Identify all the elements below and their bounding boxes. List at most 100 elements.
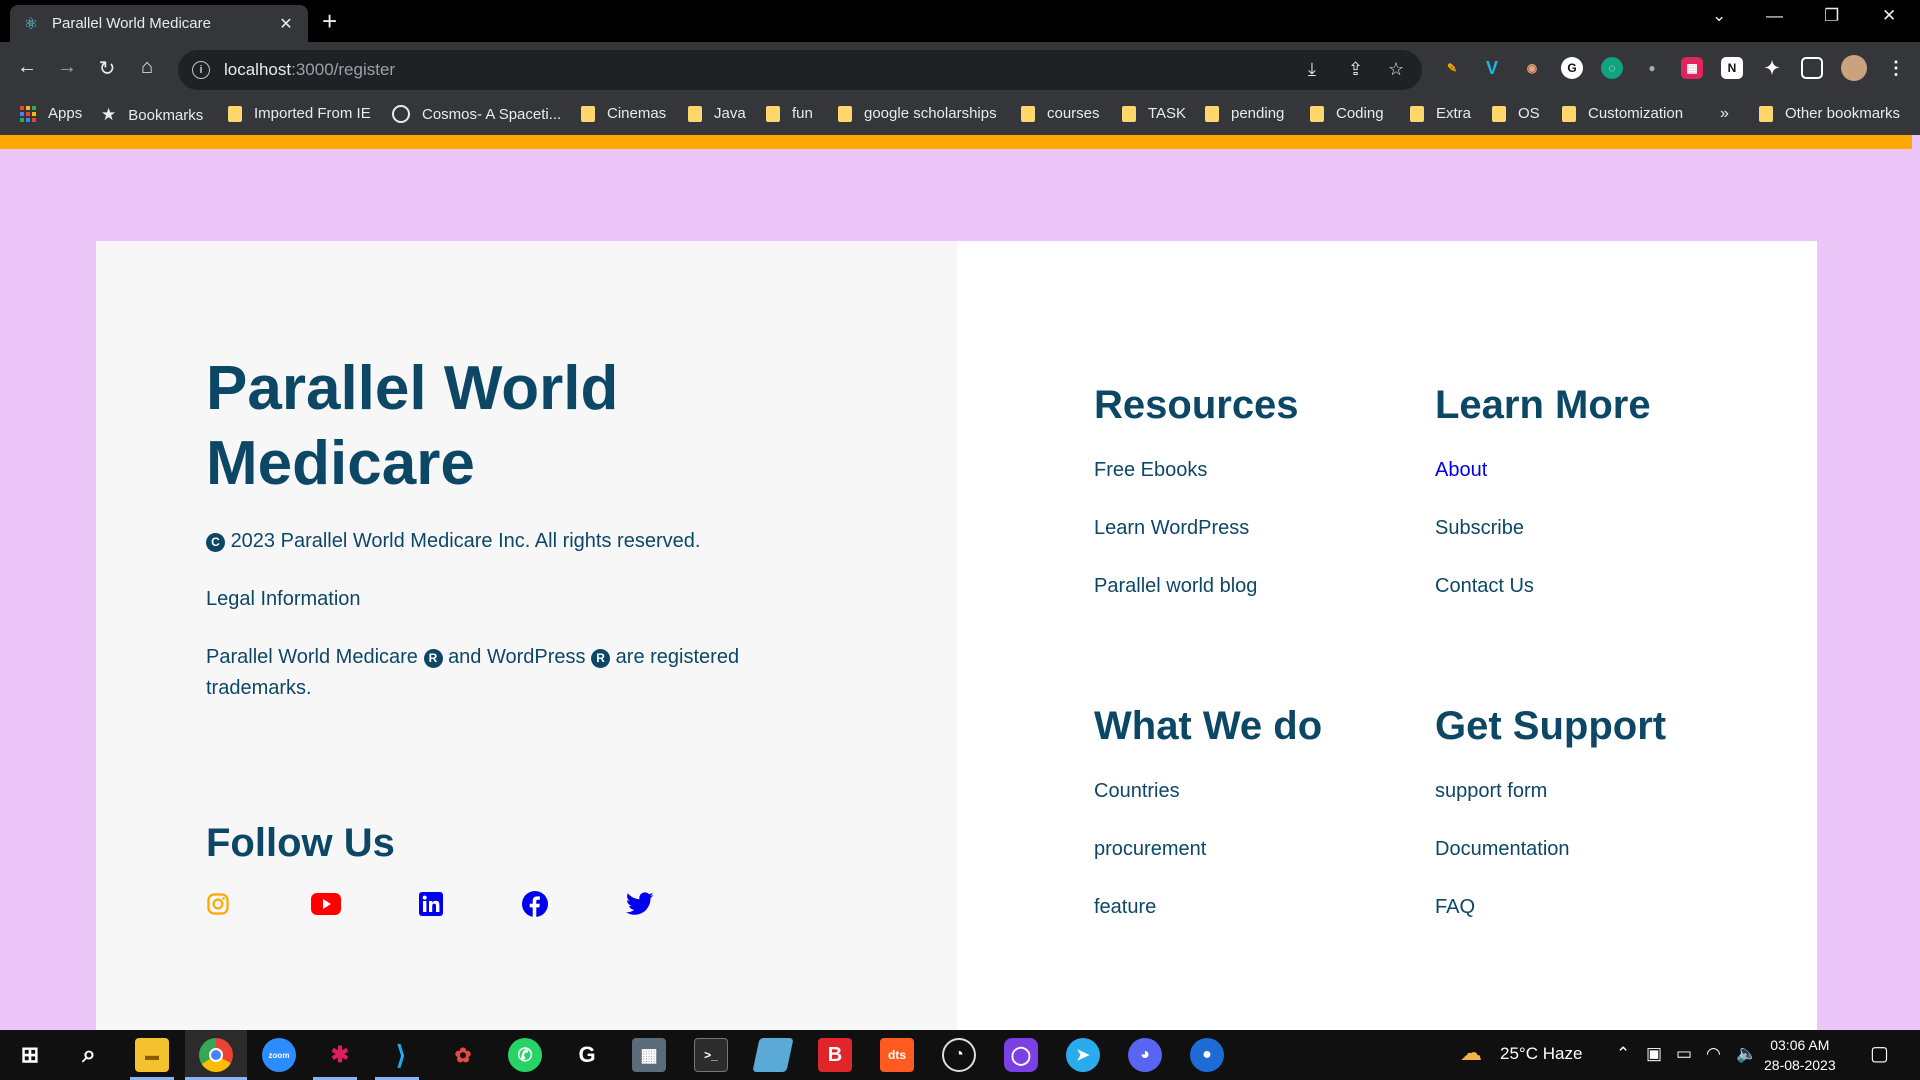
- subscribe-link[interactable]: Subscribe: [1435, 517, 1524, 540]
- side-panel-icon[interactable]: [1801, 57, 1823, 79]
- procurement-link[interactable]: procurement: [1094, 838, 1206, 861]
- bookmark-folder-courses[interactable]: courses: [1021, 105, 1100, 122]
- obs-icon[interactable]: ◔: [942, 1038, 976, 1072]
- weather-icon[interactable]: ☁: [1460, 1040, 1482, 1066]
- notifications-icon[interactable]: ▢: [1870, 1041, 1889, 1066]
- about-link[interactable]: About: [1435, 459, 1487, 482]
- firefox-icon[interactable]: ●: [1190, 1038, 1224, 1072]
- follow-us-heading: Follow Us: [206, 821, 395, 865]
- bookmark-folder-os[interactable]: OS: [1492, 105, 1540, 122]
- bookmark-folder-customization[interactable]: Customization: [1562, 105, 1683, 122]
- zoom-icon[interactable]: zoom: [262, 1038, 296, 1072]
- meet-now-icon[interactable]: ▣: [1646, 1044, 1662, 1064]
- mic-extension-icon[interactable]: ●: [1641, 57, 1663, 79]
- get-support-heading: Get Support: [1435, 704, 1667, 748]
- extensions-puzzle-icon[interactable]: ✦: [1761, 57, 1783, 79]
- close-window-button[interactable]: ✕: [1882, 6, 1896, 26]
- vimeo-extension-icon[interactable]: V: [1481, 57, 1503, 79]
- restore-button[interactable]: ❐: [1824, 6, 1839, 26]
- faq-link[interactable]: FAQ: [1435, 896, 1475, 919]
- bitdefender-icon[interactable]: B: [818, 1038, 852, 1072]
- twitter-icon[interactable]: [625, 891, 655, 917]
- owl-extension-icon[interactable]: ◉: [1521, 57, 1543, 79]
- system-clock[interactable]: 03:06 AM 28-08-2023: [1764, 1035, 1836, 1075]
- profile-avatar[interactable]: [1841, 55, 1867, 81]
- globe-icon: [392, 105, 410, 123]
- bookmark-folder-extra[interactable]: Extra: [1410, 105, 1471, 122]
- bookmark-label: Apps: [48, 105, 83, 122]
- telegram-icon[interactable]: ➤: [1066, 1038, 1100, 1072]
- minimize-button[interactable]: —: [1766, 6, 1783, 26]
- page-scrollbar[interactable]: [1912, 135, 1920, 1030]
- whatsapp-icon[interactable]: ✆: [508, 1038, 542, 1072]
- bookmark-folder-scholarships[interactable]: google scholarships: [838, 105, 997, 122]
- parallel-world-blog-link[interactable]: Parallel world blog: [1094, 575, 1257, 598]
- pen-extension-icon[interactable]: ✎: [1441, 57, 1463, 79]
- terminal-icon[interactable]: >_: [694, 1038, 728, 1072]
- documentation-link[interactable]: Documentation: [1435, 838, 1570, 861]
- bookmark-folder-java[interactable]: Java: [688, 105, 746, 122]
- bookmark-cosmos[interactable]: Cosmos- A Spaceti...: [392, 105, 561, 123]
- volume-icon[interactable]: 🔈: [1736, 1044, 1757, 1064]
- feature-link[interactable]: feature: [1094, 896, 1156, 919]
- file-explorer-icon[interactable]: ▬: [135, 1038, 169, 1072]
- close-tab-icon[interactable]: ✕: [276, 14, 296, 34]
- github-desktop-icon[interactable]: G: [570, 1038, 604, 1072]
- bookmark-bookmarks[interactable]: ★ Bookmarks: [101, 105, 203, 125]
- home-button[interactable]: ⌂: [133, 56, 161, 79]
- youtube-icon[interactable]: [310, 891, 342, 917]
- bookmark-folder-imported[interactable]: Imported From IE: [228, 105, 371, 122]
- install-app-icon[interactable]: ⤓: [1308, 59, 1316, 80]
- bookmarks-overflow-button[interactable]: »: [1720, 105, 1729, 123]
- bookmark-apps[interactable]: Apps: [20, 105, 82, 122]
- circle-app-icon[interactable]: ◯: [1004, 1038, 1038, 1072]
- notion-extension-icon[interactable]: N: [1721, 57, 1743, 79]
- legal-information-link[interactable]: Legal Information: [206, 584, 786, 615]
- paint-icon[interactable]: ✿: [446, 1038, 480, 1072]
- chrome-icon[interactable]: [199, 1038, 233, 1072]
- share-icon[interactable]: ⇪: [1348, 59, 1363, 80]
- battery-icon[interactable]: ▭: [1676, 1044, 1692, 1064]
- windows-start-icon[interactable]: ⊞: [13, 1038, 47, 1072]
- address-bar[interactable]: i localhost :3000/register ⤓ ⇪ ☆: [178, 50, 1422, 90]
- instagram-icon[interactable]: [205, 891, 231, 917]
- bookmark-folder-task[interactable]: TASK: [1122, 105, 1186, 122]
- show-hidden-icons[interactable]: ⌃: [1616, 1044, 1630, 1064]
- vscode-icon[interactable]: ⟩: [384, 1038, 418, 1072]
- site-info-icon[interactable]: i: [192, 61, 210, 79]
- todo-extension-icon[interactable]: ▦: [1681, 57, 1703, 79]
- search-icon[interactable]: ⌕: [72, 1038, 106, 1072]
- grammar-extension-icon[interactable]: G: [1561, 57, 1583, 79]
- chrome-menu-icon[interactable]: ⋮: [1885, 57, 1907, 79]
- notes-app-icon[interactable]: [752, 1038, 794, 1072]
- footer-links-panel: Resources Free Ebooks Learn WordPress Pa…: [957, 241, 1817, 1031]
- tab-search-icon[interactable]: ⌄: [1712, 6, 1726, 26]
- browser-tab[interactable]: ⚛ Parallel World Medicare ✕: [10, 5, 308, 42]
- dts-audio-icon[interactable]: dts: [880, 1038, 914, 1072]
- new-tab-button[interactable]: +: [322, 7, 337, 35]
- linkedin-icon[interactable]: [418, 891, 444, 917]
- support-form-link[interactable]: support form: [1435, 780, 1547, 803]
- other-bookmarks-folder[interactable]: Other bookmarks: [1759, 105, 1900, 122]
- contact-us-link[interactable]: Contact Us: [1435, 575, 1534, 598]
- free-ebooks-link[interactable]: Free Ebooks: [1094, 459, 1207, 482]
- bookmark-folder-coding[interactable]: Coding: [1310, 105, 1384, 122]
- wifi-icon[interactable]: ◠: [1706, 1044, 1721, 1064]
- forward-button[interactable]: →: [53, 56, 81, 79]
- chat-extension-icon[interactable]: ◌: [1601, 57, 1623, 79]
- bookmark-folder-fun[interactable]: fun: [766, 105, 813, 122]
- slack-icon[interactable]: ✱: [323, 1038, 357, 1072]
- weather-text[interactable]: 25°C Haze: [1500, 1044, 1582, 1064]
- back-button[interactable]: ←: [13, 56, 41, 79]
- countries-link[interactable]: Countries: [1094, 780, 1180, 803]
- facebook-icon[interactable]: [522, 891, 548, 917]
- bookmark-folder-pending[interactable]: pending: [1205, 105, 1284, 122]
- calculator-icon[interactable]: ▦: [632, 1038, 666, 1072]
- learn-wordpress-link[interactable]: Learn WordPress: [1094, 517, 1249, 540]
- bookmark-folder-cinemas[interactable]: Cinemas: [581, 105, 666, 122]
- bookmark-star-icon[interactable]: ☆: [1388, 59, 1404, 80]
- bookmark-label: Customization: [1588, 105, 1684, 122]
- reload-button[interactable]: ↻: [93, 56, 121, 81]
- discord-icon[interactable]: ◕: [1128, 1038, 1162, 1072]
- bookmarks-bar: Apps ★ Bookmarks Imported From IE Cosmos…: [0, 97, 1920, 135]
